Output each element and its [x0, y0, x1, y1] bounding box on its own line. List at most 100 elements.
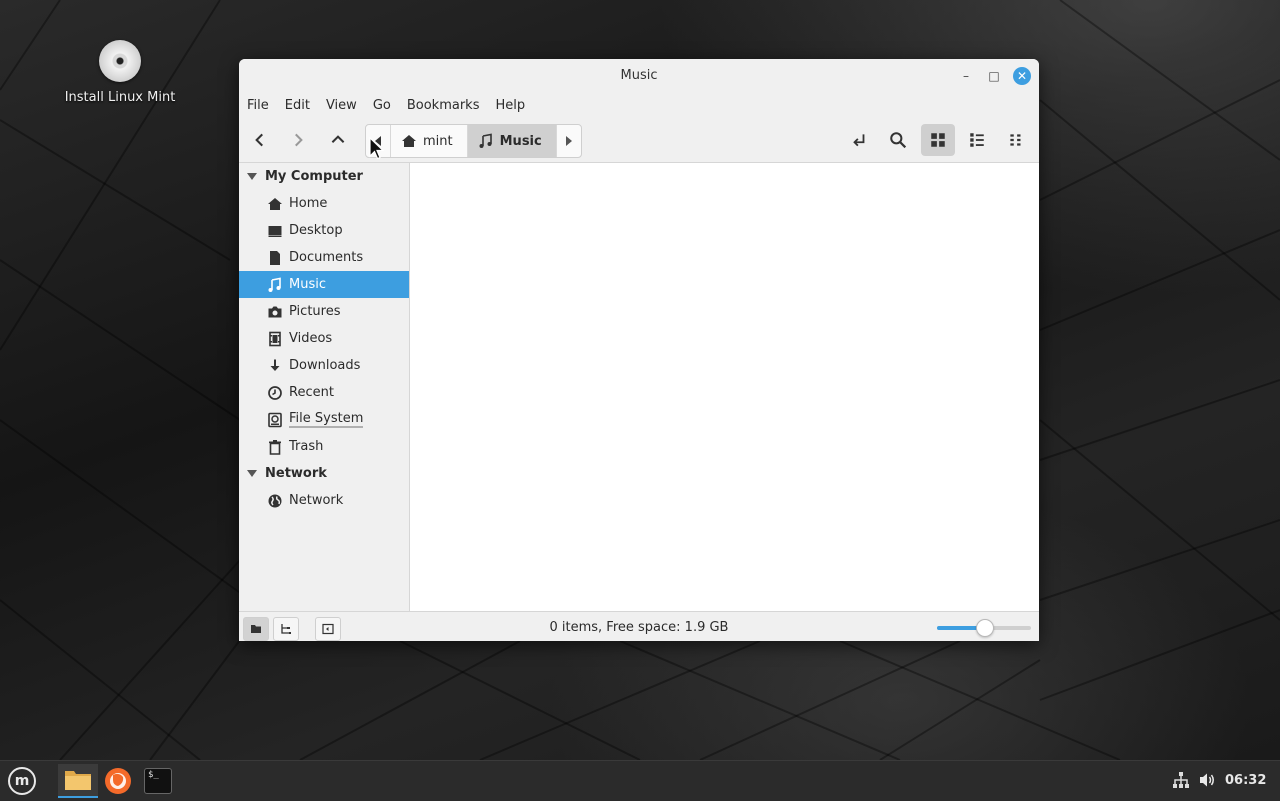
menu-file[interactable]: File [247, 98, 277, 113]
sidebar-section-my-computer[interactable]: My Computer [239, 163, 409, 190]
sidebar-item-label: Recent [289, 385, 334, 400]
sidebar-item-home[interactable]: Home [239, 190, 409, 217]
music-icon [479, 133, 492, 148]
chevron-up-icon [331, 135, 345, 143]
sidebar-section-network[interactable]: Network [239, 460, 409, 487]
taskbar: m $_ 06:32 [0, 760, 1280, 801]
content-area: My Computer Home Desktop Documents Music… [239, 162, 1039, 612]
sidebar-item-file-system[interactable]: File System [239, 406, 409, 433]
linux-mint-logo-icon: m [8, 767, 36, 795]
chevron-left-icon [255, 133, 263, 147]
menu-edit[interactable]: Edit [285, 98, 318, 113]
chevron-right-icon [295, 133, 303, 147]
grid-icon [931, 133, 945, 147]
desktop-icon-install[interactable]: Install Linux Mint [60, 40, 180, 105]
menubar: File Edit View Go Bookmarks Help [239, 91, 1039, 119]
sidebar-item-label: Documents [289, 250, 364, 265]
folder-icon [65, 771, 91, 790]
home-icon [268, 197, 282, 210]
sidebar-item-label: Music [289, 277, 326, 292]
zoom-slider-handle[interactable] [976, 619, 994, 637]
camera-icon [268, 306, 282, 317]
file-manager-window: Music – □ ✕ File Edit View Go Bookmarks … [239, 59, 1039, 641]
sidebar-item-label: File System [289, 411, 364, 428]
taskbar-terminal[interactable]: $_ [140, 764, 176, 798]
breadcrumb-music-label: Music [499, 133, 542, 149]
sidebar-item-documents[interactable]: Documents [239, 244, 409, 271]
close-button[interactable]: ✕ [1013, 67, 1031, 85]
clock-icon [268, 385, 282, 400]
terminal-icon: $_ [144, 768, 172, 794]
volume-icon[interactable] [1198, 771, 1216, 789]
desktop-icon [268, 225, 282, 237]
sidebar-item-label: Network [289, 493, 344, 508]
expander-icon [247, 470, 257, 477]
documents-icon [270, 250, 280, 265]
sidebar-item-label: Downloads [289, 358, 361, 373]
start-menu-button[interactable]: m [4, 764, 40, 798]
menu-go[interactable]: Go [373, 98, 399, 113]
window-title: Music [620, 68, 658, 83]
zoom-slider[interactable] [937, 619, 1031, 637]
sidebar-item-recent[interactable]: Recent [239, 379, 409, 406]
search-icon [890, 132, 907, 149]
back-button[interactable] [243, 124, 277, 156]
sidebar-item-label: Pictures [289, 304, 341, 319]
sidebar-item-label: Desktop [289, 223, 343, 238]
search-button[interactable] [881, 124, 915, 156]
network-icon[interactable] [1172, 771, 1190, 789]
film-icon [269, 331, 281, 346]
breadcrumb-music[interactable]: Music [466, 125, 556, 157]
mouse-cursor-icon [369, 136, 385, 160]
breadcrumb-home-label: mint [423, 133, 453, 149]
sidebar-item-downloads[interactable]: Downloads [239, 352, 409, 379]
titlebar[interactable]: Music – □ ✕ [239, 59, 1039, 91]
download-icon [270, 359, 280, 371]
breadcrumb-home[interactable]: mint [390, 125, 467, 157]
toolbar: mint Music [239, 119, 1039, 161]
desktop-icon-label: Install Linux Mint [64, 90, 176, 105]
list-icon [970, 133, 984, 147]
drive-icon [268, 412, 282, 427]
sidebar-section-title: Network [265, 466, 327, 481]
taskbar-file-manager[interactable] [58, 764, 98, 798]
sidebar-item-trash[interactable]: Trash [239, 433, 409, 460]
menu-view[interactable]: View [326, 98, 365, 113]
statusbar: 0 items, Free space: 1.9 GB [239, 611, 1039, 641]
status-text: 0 items, Free space: 1.9 GB [549, 620, 729, 635]
toggle-location-button[interactable] [842, 124, 876, 156]
disc-icon [99, 40, 141, 82]
home-icon [402, 135, 416, 147]
globe-icon [268, 494, 282, 507]
sidebar-item-desktop[interactable]: Desktop [239, 217, 409, 244]
trash-icon [269, 439, 281, 455]
breadcrumb: mint Music [365, 124, 582, 158]
sidebar-item-pictures[interactable]: Pictures [239, 298, 409, 325]
menu-bookmarks[interactable]: Bookmarks [407, 98, 488, 113]
up-button[interactable] [321, 124, 355, 156]
expander-icon [247, 173, 257, 180]
sidebar-section-title: My Computer [265, 169, 363, 184]
triangle-right-icon [565, 136, 572, 146]
places-sidebar: My Computer Home Desktop Documents Music… [239, 163, 410, 612]
pathbar-scroll-right[interactable] [555, 125, 581, 157]
firefox-icon [105, 768, 131, 794]
sidebar-item-label: Trash [289, 439, 324, 454]
icon-view-button[interactable] [921, 124, 955, 156]
music-icon [268, 277, 281, 292]
file-view[interactable] [410, 163, 1039, 612]
sidebar-item-music[interactable]: Music [239, 271, 409, 298]
menu-help[interactable]: Help [495, 98, 533, 113]
list-view-button[interactable] [960, 124, 994, 156]
sidebar-item-videos[interactable]: Videos [239, 325, 409, 352]
taskbar-firefox[interactable] [100, 764, 136, 798]
enter-location-icon [853, 134, 865, 147]
maximize-button[interactable]: □ [985, 67, 1003, 85]
compact-list-icon [1010, 134, 1021, 146]
minimize-button[interactable]: – [957, 67, 975, 85]
forward-button[interactable] [281, 124, 315, 156]
sidebar-item-label: Videos [289, 331, 333, 346]
clock[interactable]: 06:32 [1225, 773, 1266, 788]
compact-view-button[interactable] [999, 124, 1033, 156]
sidebar-item-network[interactable]: Network [239, 487, 409, 514]
